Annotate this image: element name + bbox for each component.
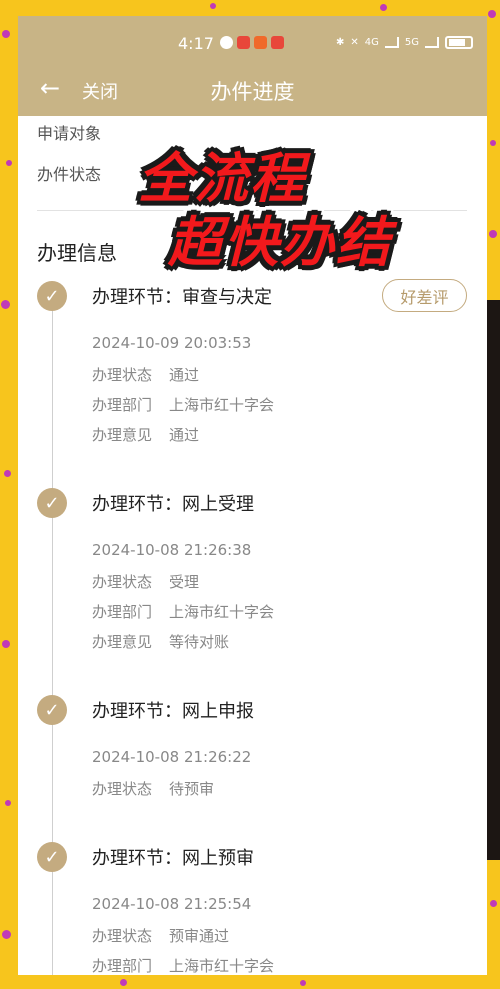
network-4g-label: 4G bbox=[364, 37, 379, 48]
step-row: 办理部门 上海市红十字会 bbox=[92, 601, 274, 622]
notification-app-icon bbox=[220, 36, 233, 49]
row-value: 上海市红十字会 bbox=[169, 396, 275, 414]
row-key: 办理部门 bbox=[92, 603, 153, 621]
row-key: 办理部门 bbox=[92, 957, 153, 975]
step-title: 办理环节：网上预审 bbox=[92, 848, 254, 869]
status-label: 办件状态 bbox=[37, 165, 102, 184]
section-title: 办理信息 bbox=[37, 241, 117, 265]
check-icon: ✓ bbox=[37, 488, 67, 518]
row-key: 办理状态 bbox=[92, 927, 153, 945]
row-key: 办理状态 bbox=[92, 573, 153, 591]
row-key: 办理状态 bbox=[92, 780, 153, 798]
status-bar: 4:17 ✱ ✕ 4G 5G bbox=[18, 34, 487, 56]
step-row: 办理状态 受理 bbox=[92, 571, 199, 592]
check-icon: ✓ bbox=[37, 842, 67, 872]
page-title: 办件进度 bbox=[210, 80, 295, 104]
bluetooth-icon: ✱ bbox=[335, 37, 345, 48]
row-value: 上海市红十字会 bbox=[169, 957, 275, 975]
row-key: 办理意见 bbox=[92, 426, 153, 444]
row-value: 上海市红十字会 bbox=[169, 603, 275, 621]
promo-line-2: 超快办结 bbox=[168, 211, 392, 274]
step-row: 办理状态 预审通过 bbox=[92, 925, 229, 946]
row-value: 通过 bbox=[169, 426, 200, 444]
mute-icon: ✕ bbox=[350, 37, 359, 48]
row-key: 办理状态 bbox=[92, 366, 153, 384]
check-icon: ✓ bbox=[37, 281, 67, 311]
timeline-line bbox=[52, 296, 53, 975]
background-photo-edge bbox=[487, 300, 500, 860]
row-value: 预审通过 bbox=[169, 927, 230, 945]
signal-icon bbox=[425, 37, 439, 48]
row-value: 等待对账 bbox=[169, 633, 230, 651]
notification-app-icon bbox=[271, 36, 284, 49]
status-time: 4:17 bbox=[178, 34, 214, 53]
battery-icon bbox=[445, 36, 473, 49]
step-title: 办理环节：网上受理 bbox=[92, 494, 254, 515]
step-title: 办理环节：网上申报 bbox=[92, 701, 254, 722]
row-key: 办理部门 bbox=[92, 396, 153, 414]
step-title: 办理环节：审查与决定 bbox=[92, 287, 272, 308]
applicant-label: 申请对象 bbox=[37, 124, 102, 143]
step-time: 2024-10-09 20:03:53 bbox=[92, 334, 252, 352]
step-row: 办理部门 上海市红十字会 bbox=[92, 955, 274, 975]
review-button[interactable]: 好差评 bbox=[382, 279, 467, 312]
step-row: 办理状态 通过 bbox=[92, 364, 199, 385]
notification-app-icon bbox=[254, 36, 267, 49]
notification-icons bbox=[220, 36, 284, 49]
nav-bar: ← 关闭 办件进度 bbox=[18, 74, 487, 106]
check-icon: ✓ bbox=[37, 695, 67, 725]
row-value: 受理 bbox=[169, 573, 200, 591]
network-5g-label: 5G bbox=[404, 37, 419, 48]
signal-icon bbox=[384, 37, 399, 48]
row-value: 待预审 bbox=[169, 780, 215, 798]
row-key: 办理意见 bbox=[92, 633, 153, 651]
row-value: 通过 bbox=[169, 366, 200, 384]
step-row: 办理状态 待预审 bbox=[92, 778, 214, 799]
step-time: 2024-10-08 21:26:22 bbox=[92, 748, 252, 766]
step-time: 2024-10-08 21:26:38 bbox=[92, 541, 252, 559]
app-header: 4:17 ✱ ✕ 4G 5G ← 关闭 办件进度 bbox=[18, 16, 487, 116]
notification-app-icon bbox=[237, 36, 250, 49]
status-indicators: ✱ ✕ 4G 5G bbox=[336, 36, 473, 49]
step-row: 办理部门 上海市红十字会 bbox=[92, 394, 274, 415]
step-time: 2024-10-08 21:25:54 bbox=[92, 895, 252, 913]
step-row: 办理意见 等待对账 bbox=[92, 631, 229, 652]
step-row: 办理意见 通过 bbox=[92, 424, 199, 445]
